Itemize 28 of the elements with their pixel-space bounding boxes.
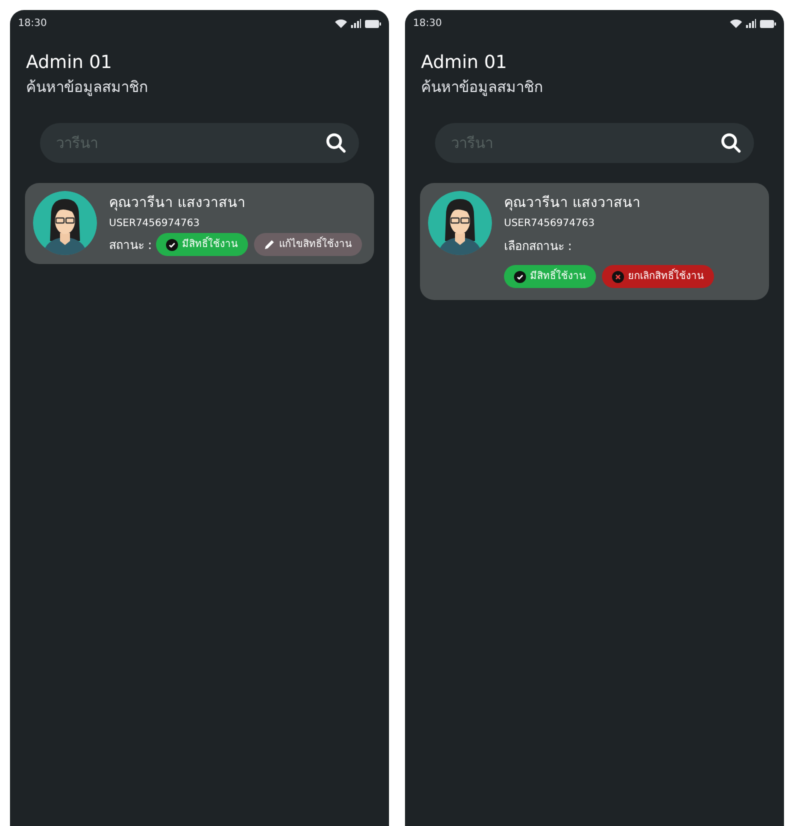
close-icon [612, 270, 624, 282]
page-subtitle: ค้นหาข้อมูลสมาชิก [421, 77, 544, 98]
member-name: คุณวารีนา แสงวาสนา [504, 194, 642, 213]
battery-icon [760, 20, 776, 28]
search-icon[interactable] [720, 132, 742, 154]
status-label: เลือกสถานะ : [504, 239, 572, 253]
status-label: สถานะ : [109, 236, 152, 254]
page-title: Admin 01 [26, 51, 113, 75]
page-title: Admin 01 [421, 51, 508, 75]
status-time: 18:30 [18, 17, 47, 31]
member-name: คุณวารีนา แสงวาสนา [109, 194, 246, 213]
wifi-icon [730, 19, 742, 28]
check-icon [514, 270, 526, 282]
status-button[interactable]: ยกเลิกสิทธิ์ใช้งาน [602, 265, 714, 288]
signal-icon [746, 19, 756, 28]
search-icon[interactable] [325, 132, 347, 154]
signal-icon [351, 19, 361, 28]
status-button[interactable]: แก้ไขสิทธิ์ใช้งาน [254, 233, 362, 256]
member-id: USER7456974763 [504, 217, 596, 231]
avatar-icon [33, 191, 97, 255]
pencil-icon [264, 239, 275, 250]
page-subtitle: ค้นหาข้อมูลสมาชิก [26, 77, 149, 98]
status-time: 18:30 [413, 17, 442, 31]
battery-icon [365, 20, 381, 28]
member-id: USER7456974763 [109, 217, 201, 231]
check-icon [166, 238, 178, 250]
avatar-icon [428, 191, 492, 255]
wifi-icon [335, 19, 347, 28]
